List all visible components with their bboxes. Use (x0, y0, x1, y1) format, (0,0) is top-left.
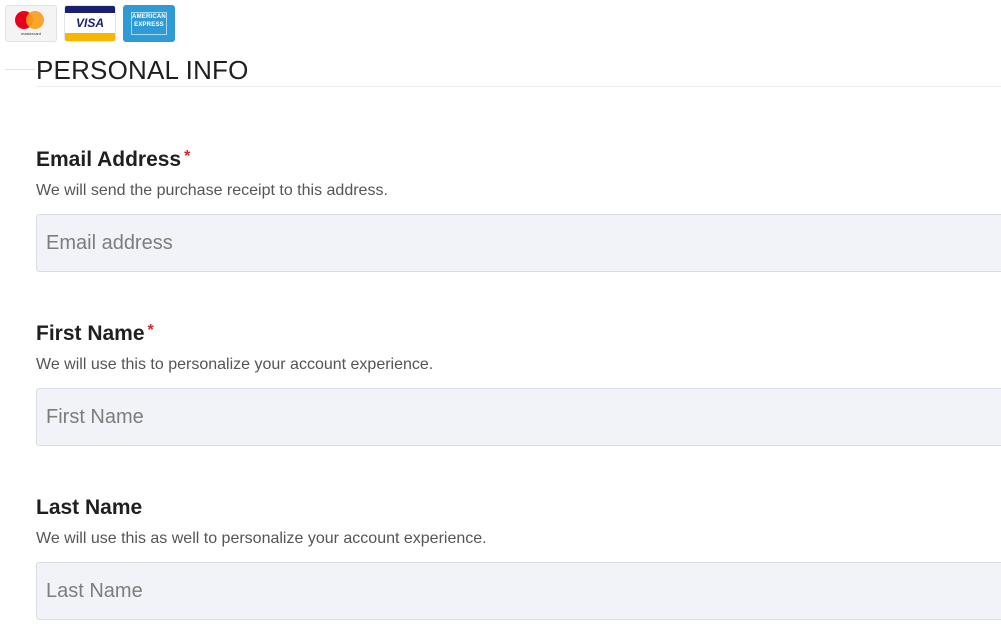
first-name-field-group: First Name * We will use this to personal… (36, 321, 1001, 446)
last-name-description: We will use this as well to personalize … (36, 530, 487, 547)
email-label: Email Address * (36, 147, 1001, 173)
visa-top-band (65, 6, 115, 13)
last-name-label: Last Name (36, 495, 1001, 521)
accepted-cards: mastercard VISA AMERICAN EXPRESS (5, 5, 175, 42)
american-express-icon: AMERICAN EXPRESS (123, 5, 175, 42)
email-input[interactable] (36, 214, 1001, 272)
email-label-text: Email Address (36, 148, 182, 171)
last-name-field-group: Last Name We will use this as well to pe… (36, 495, 1001, 620)
visa-icon: VISA (64, 5, 116, 42)
mastercard-caption: mastercard (20, 31, 41, 36)
last-name-label-text: Last Name (36, 496, 143, 519)
section-divider (36, 86, 1001, 87)
last-name-input[interactable] (36, 562, 1001, 620)
mastercard-icon: mastercard (5, 5, 57, 42)
first-name-label-text: First Name (36, 322, 145, 345)
visa-bottom-band (65, 33, 115, 41)
email-field-group: Email Address * We will send the purchase… (36, 147, 1001, 272)
amex-caption: AMERICAN EXPRESS (132, 14, 166, 28)
checkout-page: mastercard VISA AMERICAN EXPRESS PERSONA… (0, 0, 1001, 629)
first-name-description: We will use this to personalize your acc… (36, 356, 434, 373)
first-name-label: First Name * (36, 321, 1001, 347)
required-marker: * (147, 322, 154, 339)
left-divider (5, 69, 35, 70)
first-name-input[interactable] (36, 388, 1001, 446)
required-marker: * (184, 148, 191, 165)
email-description: We will send the purchase receipt to thi… (36, 182, 388, 199)
section-title: PERSONAL INFO (36, 55, 249, 85)
visa-caption: VISA (75, 16, 104, 30)
mastercard-yellow-circle (26, 11, 44, 29)
